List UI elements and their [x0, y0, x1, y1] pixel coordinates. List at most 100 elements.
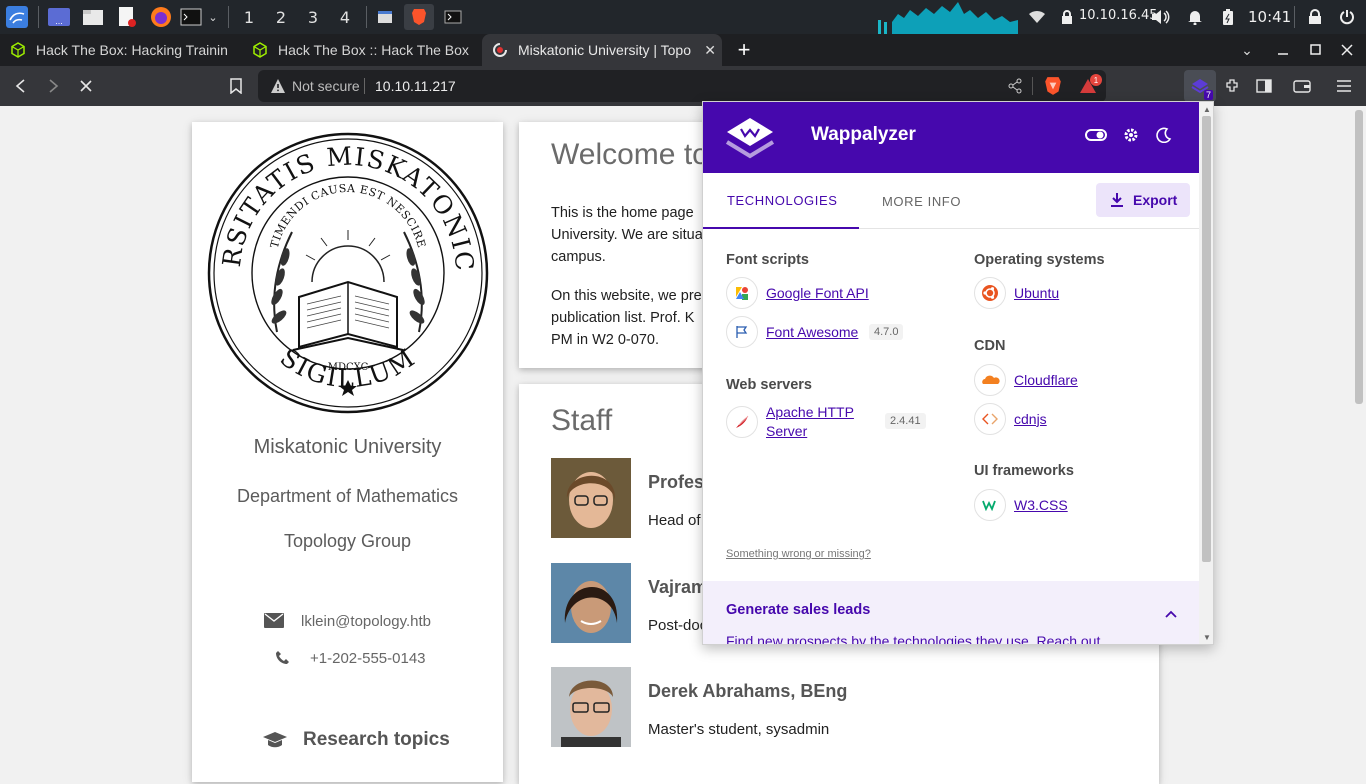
wallet-icon[interactable]	[1291, 75, 1313, 97]
group-name: Topology Group	[283, 531, 412, 551]
brave-shields-icon[interactable]	[1044, 76, 1062, 101]
w3css-icon	[974, 489, 1006, 521]
tab-miskatonic[interactable]: Miskatonic University | Topo ✕	[482, 34, 722, 66]
university-seal-logo: UNIVERSITATIS MISKATONICENSIS SIGILLUM T…	[207, 132, 489, 414]
envelope-icon	[264, 613, 284, 633]
tech-cdnjs[interactable]: cdnjs	[974, 403, 1047, 435]
dark-mode-moon-icon[interactable]	[1156, 127, 1172, 148]
minimize-icon[interactable]	[1272, 37, 1294, 63]
wappalyzer-tabs: TECHNOLOGIES MORE INFO Export	[703, 173, 1199, 229]
wappalyzer-logo	[725, 118, 775, 159]
lock-screen-icon[interactable]	[1304, 4, 1326, 30]
settings-gear-icon[interactable]	[1123, 127, 1139, 148]
tech-apache[interactable]: Apache HTTP Server	[726, 403, 876, 441]
tech-w3css[interactable]: W3.CSS	[974, 489, 1068, 521]
tab-htb-main[interactable]: Hack The Box :: Hack The Box	[242, 34, 480, 66]
staff-photo	[551, 667, 631, 747]
chevron-down-icon[interactable]: ⌄	[206, 4, 220, 30]
browser-toolbar: Not secure 10.10.11.217 1 7	[0, 66, 1366, 106]
contact-email[interactable]: lklein@topology.htb	[301, 613, 431, 630]
wappalyzer-extension-button[interactable]: 7	[1184, 70, 1216, 102]
tech-cloudflare[interactable]: Cloudflare	[974, 364, 1078, 396]
version-badge: 2.4.41	[885, 413, 926, 429]
university-name: Miskatonic University	[253, 436, 442, 458]
tab-htb-training[interactable]: Hack The Box: Hacking Trainin	[0, 34, 240, 66]
show-desktop-icon[interactable]: ...	[46, 4, 72, 30]
page-scrollbar-thumb[interactable]	[1355, 110, 1363, 404]
text-editor-icon[interactable]	[114, 4, 140, 30]
notification-bell-icon[interactable]	[1184, 4, 1206, 30]
firefox-icon[interactable]	[148, 4, 174, 30]
sidebar-toggle-icon[interactable]	[1253, 75, 1275, 97]
welcome-heading: Welcome to	[551, 138, 709, 171]
tech-google-font-api[interactable]: Google Font API	[726, 277, 869, 309]
maximize-icon[interactable]	[1304, 37, 1326, 63]
staff-role: Master's student, sysadmin	[648, 721, 830, 738]
leads-heading[interactable]: Generate sales leads	[726, 602, 870, 618]
terminal-icon[interactable]	[178, 4, 204, 30]
staff-photo	[551, 563, 631, 643]
volume-icon[interactable]	[1150, 4, 1172, 30]
cdnjs-icon	[974, 403, 1006, 435]
tech-font-awesome[interactable]: Font Awesome	[726, 316, 858, 348]
category-operating-systems: Operating systems	[974, 252, 1105, 268]
staff-role: Head of	[648, 512, 701, 529]
popup-scrollbar-thumb[interactable]	[1202, 116, 1211, 562]
graduation-cap-icon	[262, 731, 288, 754]
toggle-switch-icon[interactable]	[1085, 128, 1107, 147]
htb-cube-icon	[10, 42, 26, 58]
bookmark-icon[interactable]	[225, 75, 247, 97]
tab-search-icon[interactable]: ⌄	[1236, 37, 1258, 63]
tech-ubuntu[interactable]: Ubuntu	[974, 277, 1059, 309]
back-button[interactable]	[10, 75, 32, 97]
share-icon[interactable]	[1007, 78, 1023, 99]
close-window-icon[interactable]	[1336, 37, 1358, 63]
battery-icon[interactable]	[1218, 4, 1238, 30]
close-tab-icon[interactable]: ✕	[704, 42, 716, 59]
something-wrong-link[interactable]: Something wrong or missing?	[726, 548, 871, 560]
new-tab-button[interactable]: +	[732, 37, 756, 63]
chevron-up-icon[interactable]	[1165, 605, 1177, 623]
workspace-3[interactable]: 3	[298, 4, 328, 30]
tab-technologies[interactable]: TECHNOLOGIES	[703, 173, 859, 229]
url-text[interactable]: 10.10.11.217	[375, 78, 456, 94]
workspace-4[interactable]: 4	[330, 4, 360, 30]
kali-menu-icon[interactable]	[4, 4, 30, 30]
terminal-window-icon[interactable]	[440, 4, 466, 30]
rewards-badge: 1	[1090, 74, 1102, 86]
ip-address: 10.10.16.45	[1079, 8, 1158, 23]
lock-vpn-icon	[1058, 4, 1076, 30]
staff-name: Vajram	[648, 577, 708, 597]
workspace-1[interactable]: 1	[234, 4, 264, 30]
clock[interactable]: 10:41	[1248, 8, 1291, 26]
stop-loading-button[interactable]	[75, 75, 97, 97]
menu-icon[interactable]	[1333, 75, 1355, 97]
phone-icon	[275, 650, 290, 670]
category-web-servers: Web servers	[726, 377, 812, 393]
scroll-down-arrow-icon[interactable]: ▼	[1203, 633, 1211, 642]
htb-cube-icon	[252, 42, 268, 58]
wifi-icon[interactable]	[1026, 4, 1048, 30]
category-ui-frameworks: UI frameworks	[974, 463, 1074, 479]
address-bar[interactable]: Not secure 10.10.11.217 1	[258, 70, 1106, 102]
security-label[interactable]: Not secure	[292, 78, 360, 94]
download-icon	[1111, 193, 1123, 207]
warning-icon[interactable]	[270, 78, 286, 99]
extensions-icon[interactable]	[1221, 75, 1243, 97]
file-manager-icon[interactable]	[80, 4, 106, 30]
window-icon[interactable]	[372, 4, 398, 30]
brave-window-icon[interactable]	[404, 4, 434, 30]
power-icon[interactable]	[1336, 4, 1358, 30]
workspace-2[interactable]: 2	[266, 4, 296, 30]
cpu-graph-icon	[878, 2, 1018, 34]
tab-more-info[interactable]: MORE INFO	[882, 173, 961, 229]
category-font-scripts: Font scripts	[726, 252, 809, 268]
version-badge: 4.7.0	[869, 324, 904, 340]
wappalyzer-brand: Wappalyzer	[811, 124, 916, 145]
brave-rewards-icon[interactable]: 1	[1078, 74, 1102, 101]
export-button[interactable]: Export	[1096, 183, 1190, 217]
scroll-up-arrow-icon[interactable]: ▲	[1203, 105, 1211, 114]
forward-button[interactable]	[42, 75, 64, 97]
taskbar: ... ⌄ 1 2 3 4 10.10.16.45 10:41	[0, 0, 1366, 34]
contact-phone: +1-202-555-0143	[310, 650, 426, 667]
